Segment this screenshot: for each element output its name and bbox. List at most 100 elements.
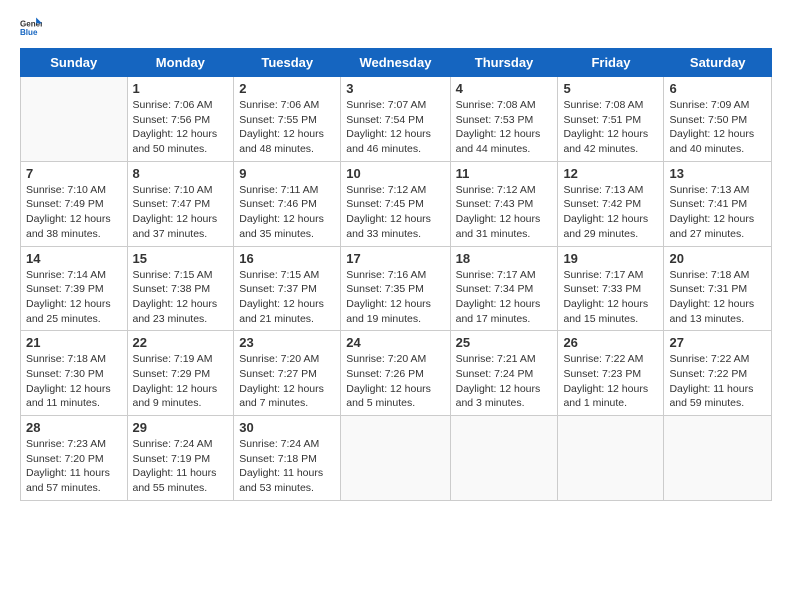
day-info: Sunrise: 7:09 AMSunset: 7:50 PMDaylight:… — [669, 98, 766, 157]
calendar-cell: 21 Sunrise: 7:18 AMSunset: 7:30 PMDayligh… — [21, 331, 128, 416]
day-info: Sunrise: 7:13 AMSunset: 7:42 PMDaylight:… — [563, 183, 658, 242]
calendar-cell: 1Sunrise: 7:06 AMSunset: 7:56 PMDaylight… — [127, 77, 234, 162]
day-number: 29 — [133, 420, 229, 435]
day-info: Sunrise: 7:10 AMSunset: 7:49 PMDaylight:… — [26, 183, 122, 242]
week-row-5: 28 Sunrise: 7:23 AMSunset: 7:20 PMDayligh… — [21, 416, 772, 501]
calendar-cell: 13 Sunrise: 7:13 AMSunset: 7:41 PMDayligh… — [664, 161, 772, 246]
day-number: 28 — [26, 420, 122, 435]
calendar-cell — [558, 416, 664, 501]
day-number: 11 — [456, 166, 553, 181]
day-info: Sunrise: 7:17 AMSunset: 7:34 PMDaylight:… — [456, 268, 553, 327]
calendar-cell: 10 Sunrise: 7:12 AMSunset: 7:45 PMDayligh… — [341, 161, 450, 246]
calendar-table: SundayMondayTuesdayWednesdayThursdayFrid… — [20, 48, 772, 501]
calendar-cell: 23Sunrise: 7:20 AMSunset: 7:27 PMDayligh… — [234, 331, 341, 416]
day-info: Sunrise: 7:06 AMSunset: 7:56 PMDaylight:… — [133, 98, 229, 157]
week-row-4: 21 Sunrise: 7:18 AMSunset: 7:30 PMDayligh… — [21, 331, 772, 416]
day-number: 9 — [239, 166, 335, 181]
header: General Blue — [20, 16, 772, 38]
day-number: 15 — [133, 251, 229, 266]
day-info: Sunrise: 7:18 AMSunset: 7:30 PMDaylight:… — [26, 352, 122, 411]
calendar-cell: 18Sunrise: 7:17 AMSunset: 7:34 PMDayligh… — [450, 246, 558, 331]
calendar-cell: 22 Sunrise: 7:19 AMSunset: 7:29 PMDayligh… — [127, 331, 234, 416]
day-number: 30 — [239, 420, 335, 435]
calendar-cell: 8 Sunrise: 7:10 AMSunset: 7:47 PMDaylight… — [127, 161, 234, 246]
logo: General Blue — [20, 16, 48, 38]
logo-icon: General Blue — [20, 16, 42, 38]
day-info: Sunrise: 7:18 AMSunset: 7:31 PMDaylight:… — [669, 268, 766, 327]
day-number: 17 — [346, 251, 444, 266]
day-number: 12 — [563, 166, 658, 181]
day-info: Sunrise: 7:15 AMSunset: 7:37 PMDaylight:… — [239, 268, 335, 327]
calendar-cell: 17Sunrise: 7:16 AMSunset: 7:35 PMDayligh… — [341, 246, 450, 331]
page: General Blue SundayMondayTuesdayWednesda… — [0, 0, 792, 612]
day-info: Sunrise: 7:20 AMSunset: 7:26 PMDaylight:… — [346, 352, 444, 411]
week-row-2: 7 Sunrise: 7:10 AMSunset: 7:49 PMDaylight… — [21, 161, 772, 246]
calendar-cell: 7 Sunrise: 7:10 AMSunset: 7:49 PMDaylight… — [21, 161, 128, 246]
weekday-saturday: Saturday — [664, 49, 772, 77]
calendar-cell: 24 Sunrise: 7:20 AMSunset: 7:26 PMDayligh… — [341, 331, 450, 416]
day-number: 7 — [26, 166, 122, 181]
calendar-cell — [341, 416, 450, 501]
day-info: Sunrise: 7:11 AMSunset: 7:46 PMDaylight:… — [239, 183, 335, 242]
calendar-cell: 27Sunrise: 7:22 AMSunset: 7:22 PMDayligh… — [664, 331, 772, 416]
day-info: Sunrise: 7:10 AMSunset: 7:47 PMDaylight:… — [133, 183, 229, 242]
calendar-cell: 6 Sunrise: 7:09 AMSunset: 7:50 PMDaylight… — [664, 77, 772, 162]
day-number: 4 — [456, 81, 553, 96]
day-info: Sunrise: 7:15 AMSunset: 7:38 PMDaylight:… — [133, 268, 229, 327]
day-info: Sunrise: 7:12 AMSunset: 7:45 PMDaylight:… — [346, 183, 444, 242]
day-info: Sunrise: 7:08 AMSunset: 7:51 PMDaylight:… — [563, 98, 658, 157]
day-number: 23 — [239, 335, 335, 350]
day-info: Sunrise: 7:22 AMSunset: 7:22 PMDaylight:… — [669, 352, 766, 411]
day-info: Sunrise: 7:08 AMSunset: 7:53 PMDaylight:… — [456, 98, 553, 157]
day-info: Sunrise: 7:19 AMSunset: 7:29 PMDaylight:… — [133, 352, 229, 411]
day-number: 22 — [133, 335, 229, 350]
calendar-cell: 26 Sunrise: 7:22 AMSunset: 7:23 PMDayligh… — [558, 331, 664, 416]
day-info: Sunrise: 7:14 AMSunset: 7:39 PMDaylight:… — [26, 268, 122, 327]
calendar-cell — [664, 416, 772, 501]
day-number: 16 — [239, 251, 335, 266]
day-number: 14 — [26, 251, 122, 266]
day-number: 20 — [669, 251, 766, 266]
weekday-thursday: Thursday — [450, 49, 558, 77]
calendar-cell: 16 Sunrise: 7:15 AMSunset: 7:37 PMDayligh… — [234, 246, 341, 331]
day-info: Sunrise: 7:22 AMSunset: 7:23 PMDaylight:… — [563, 352, 658, 411]
day-info: Sunrise: 7:13 AMSunset: 7:41 PMDaylight:… — [669, 183, 766, 242]
calendar-cell — [21, 77, 128, 162]
day-number: 13 — [669, 166, 766, 181]
weekday-tuesday: Tuesday — [234, 49, 341, 77]
day-info: Sunrise: 7:06 AMSunset: 7:55 PMDaylight:… — [239, 98, 335, 157]
week-row-1: 1Sunrise: 7:06 AMSunset: 7:56 PMDaylight… — [21, 77, 772, 162]
day-number: 5 — [563, 81, 658, 96]
day-number: 24 — [346, 335, 444, 350]
calendar-cell: 11 Sunrise: 7:12 AMSunset: 7:43 PMDayligh… — [450, 161, 558, 246]
day-info: Sunrise: 7:12 AMSunset: 7:43 PMDaylight:… — [456, 183, 553, 242]
day-info: Sunrise: 7:24 AMSunset: 7:19 PMDaylight:… — [133, 437, 229, 496]
week-row-3: 14 Sunrise: 7:14 AMSunset: 7:39 PMDayligh… — [21, 246, 772, 331]
day-number: 3 — [346, 81, 444, 96]
calendar-cell: 5 Sunrise: 7:08 AMSunset: 7:51 PMDaylight… — [558, 77, 664, 162]
day-number: 10 — [346, 166, 444, 181]
day-info: Sunrise: 7:21 AMSunset: 7:24 PMDaylight:… — [456, 352, 553, 411]
calendar-cell: 14 Sunrise: 7:14 AMSunset: 7:39 PMDayligh… — [21, 246, 128, 331]
calendar-cell: 29 Sunrise: 7:24 AMSunset: 7:19 PMDayligh… — [127, 416, 234, 501]
calendar-cell: 2 Sunrise: 7:06 AMSunset: 7:55 PMDaylight… — [234, 77, 341, 162]
weekday-monday: Monday — [127, 49, 234, 77]
calendar-cell: 3Sunrise: 7:07 AMSunset: 7:54 PMDaylight… — [341, 77, 450, 162]
svg-text:Blue: Blue — [20, 28, 38, 37]
day-info: Sunrise: 7:17 AMSunset: 7:33 PMDaylight:… — [563, 268, 658, 327]
day-number: 8 — [133, 166, 229, 181]
day-number: 2 — [239, 81, 335, 96]
weekday-sunday: Sunday — [21, 49, 128, 77]
day-number: 21 — [26, 335, 122, 350]
day-number: 6 — [669, 81, 766, 96]
calendar-cell: 20 Sunrise: 7:18 AMSunset: 7:31 PMDayligh… — [664, 246, 772, 331]
calendar-cell: 30 Sunrise: 7:24 AMSunset: 7:18 PMDayligh… — [234, 416, 341, 501]
day-number: 25 — [456, 335, 553, 350]
day-number: 26 — [563, 335, 658, 350]
calendar-cell: 28 Sunrise: 7:23 AMSunset: 7:20 PMDayligh… — [21, 416, 128, 501]
day-info: Sunrise: 7:24 AMSunset: 7:18 PMDaylight:… — [239, 437, 335, 496]
calendar-cell: 15 Sunrise: 7:15 AMSunset: 7:38 PMDayligh… — [127, 246, 234, 331]
calendar-cell: 9 Sunrise: 7:11 AMSunset: 7:46 PMDaylight… — [234, 161, 341, 246]
day-info: Sunrise: 7:23 AMSunset: 7:20 PMDaylight:… — [26, 437, 122, 496]
day-number: 19 — [563, 251, 658, 266]
